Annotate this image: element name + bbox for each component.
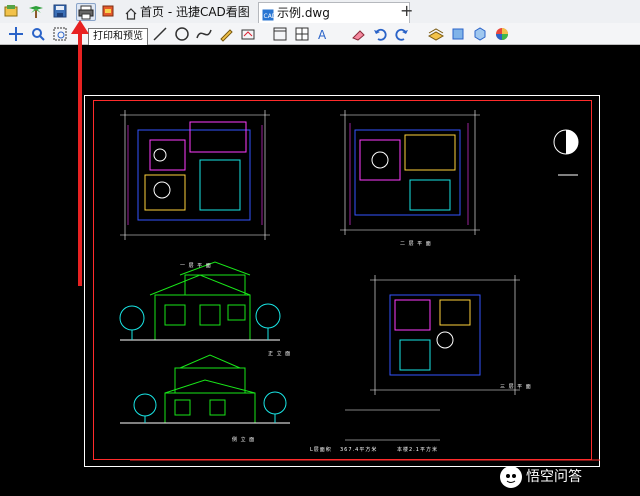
front-elevation <box>120 261 280 341</box>
area-label-3: 本楼2.1平方米 <box>397 447 438 453</box>
wukong-logo-icon <box>500 466 522 488</box>
side-elevation-label: 侧 立 面 <box>232 437 256 443</box>
red-arrow-shaft <box>78 30 82 286</box>
front-elevation-label: 正 立 面 <box>268 351 292 357</box>
area-table <box>345 409 440 441</box>
plan-1-label: 一 层 平 面 <box>180 263 212 269</box>
plan-2-label: 二 层 平 面 <box>400 241 432 247</box>
floor-plan-2 <box>340 110 480 235</box>
side-elevation <box>120 354 290 424</box>
area-label-2: 367.4平方米 <box>340 447 378 453</box>
cad-drawing <box>119 110 600 461</box>
floor-plan-3 <box>370 275 520 395</box>
watermark: 悟空问答 <box>500 465 582 489</box>
floor-plan-1 <box>120 110 270 240</box>
watermark-text: 悟空问答 <box>526 469 582 485</box>
red-arrow-head <box>71 20 89 34</box>
area-label-1: L层面积 <box>310 447 332 453</box>
north-arrow <box>553 129 579 176</box>
plan-3-label: 三 层 平 面 <box>500 384 532 390</box>
